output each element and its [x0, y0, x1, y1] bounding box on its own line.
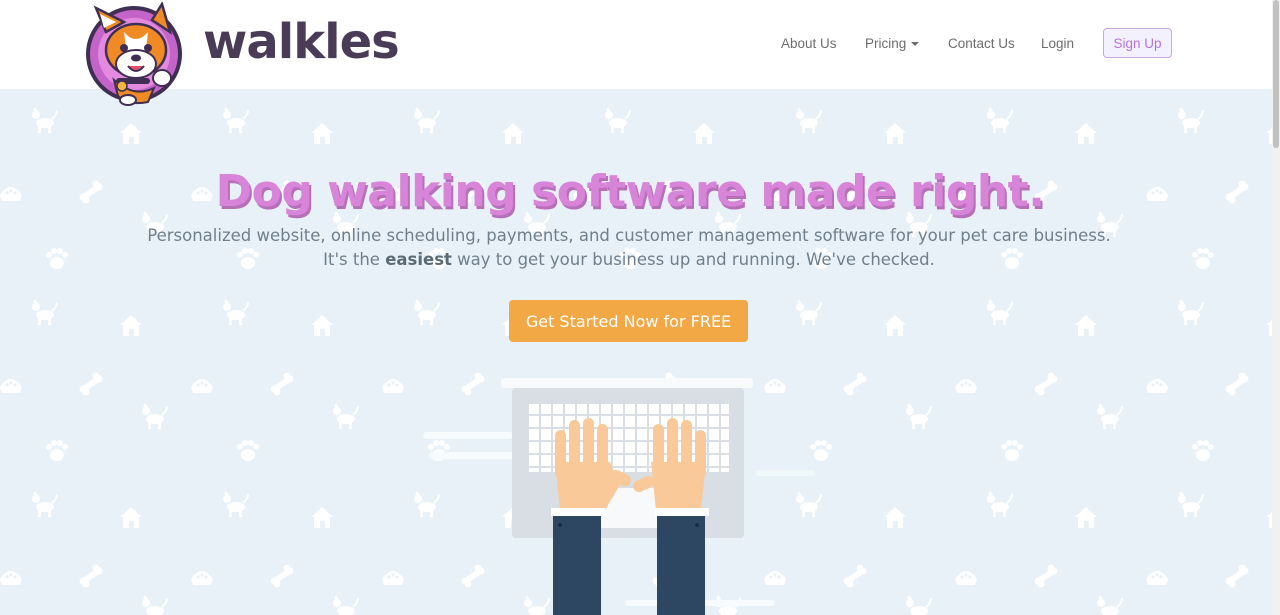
- page-scrollbar[interactable]: [1272, 0, 1280, 615]
- scrollbar-thumb[interactable]: [1273, 0, 1279, 148]
- nav-about-link[interactable]: About Us: [781, 36, 837, 51]
- get-started-button[interactable]: Get Started Now for FREE: [509, 300, 748, 342]
- signup-button[interactable]: Sign Up: [1103, 28, 1172, 58]
- subtitle-emphasis: easiest: [385, 250, 452, 269]
- nav-contact-link[interactable]: Contact Us: [948, 36, 1015, 51]
- hero-subtitle-line2: It's the easiest way to get your busines…: [0, 250, 1258, 269]
- subtitle-text-before: It's the: [323, 250, 380, 269]
- site-header: About Us Pricing Contact Us Login Sign U…: [0, 0, 1280, 89]
- nav-pricing-dropdown[interactable]: Pricing: [865, 36, 920, 51]
- nav-pricing-label: Pricing: [865, 36, 907, 51]
- hero-section: Dog walking software made right. Persona…: [0, 89, 1272, 615]
- corgi-mascot-logo[interactable]: [84, 2, 188, 106]
- hero-headline: Dog walking software made right.: [215, 166, 1045, 217]
- hero-subtitle-line1: Personalized website, online scheduling,…: [147, 226, 1111, 245]
- subtitle-text-after: way to get your business up and running.…: [457, 250, 935, 269]
- dropdown-caret-icon: [911, 42, 920, 47]
- brand-wordmark[interactable]: walkles: [203, 14, 400, 70]
- hands-typing-on-laptop-illustration: [423, 378, 815, 615]
- nav-login-link[interactable]: Login: [1041, 36, 1074, 51]
